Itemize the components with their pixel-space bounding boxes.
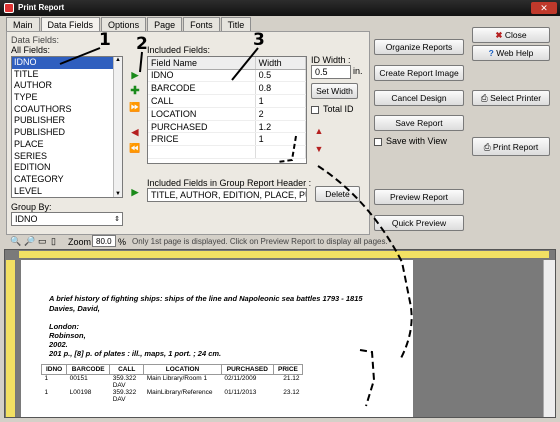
- annotation-overlay: [59, 47, 413, 407]
- annotation-dash-1: [277, 135, 297, 163]
- annotation-line-2: [139, 51, 143, 73]
- annotation-dash-3: [359, 349, 376, 407]
- annotation-line-3: [231, 47, 259, 81]
- annotation-line-1: [59, 47, 101, 65]
- annotation-dash-2: [317, 165, 413, 361]
